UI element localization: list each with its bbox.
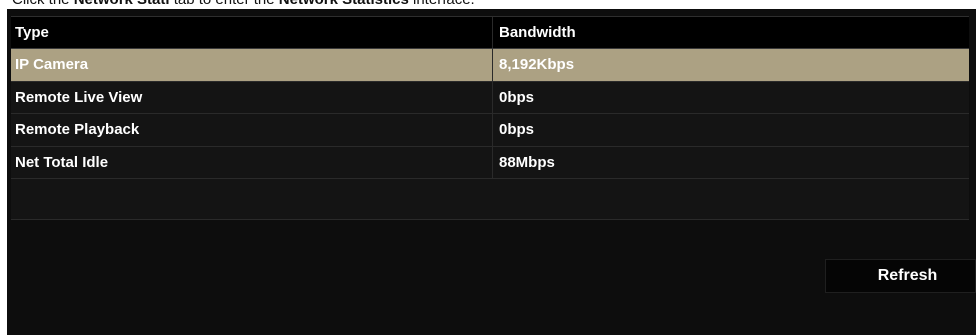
refresh-button[interactable]: Refresh	[825, 259, 976, 293]
empty-table-row	[11, 179, 969, 220]
type-cell: Remote Playback	[11, 114, 493, 146]
bandwidth-cell: 8,192Kbps	[499, 56, 575, 74]
network-statistics-panel: Type Bandwidth IP Camera 8,192Kbps Remot…	[7, 9, 976, 335]
bandwidth-cell: 0bps	[499, 121, 535, 139]
type-cell: IP Camera	[11, 49, 493, 81]
table-row[interactable]: Remote Playback 0bps	[11, 114, 969, 147]
table-row[interactable]: Net Total Idle 88Mbps	[11, 146, 969, 179]
column-header-bandwidth[interactable]: Bandwidth	[493, 17, 969, 48]
caption-prefix: Click the	[12, 0, 74, 8]
caption-tab-name: Network Stati	[74, 0, 170, 8]
bandwidth-table: Type Bandwidth IP Camera 8,192Kbps Remot…	[11, 16, 969, 220]
type-cell: Remote Live View	[11, 81, 493, 113]
bandwidth-cell: 88Mbps	[499, 153, 555, 171]
caption-middle: tab to enter the	[170, 0, 279, 8]
table-header-row: Type Bandwidth	[11, 17, 969, 49]
caption-suffix: interface.	[409, 0, 475, 8]
type-cell: Net Total Idle	[11, 146, 493, 178]
column-header-type[interactable]: Type	[11, 17, 493, 48]
table-row[interactable]: IP Camera 8,192Kbps	[11, 49, 969, 82]
instruction-caption: Click the Network Stati tab to enter the…	[12, 0, 475, 8]
caption-interface-name: Network Statistics	[279, 0, 409, 8]
bandwidth-cell: 0bps	[499, 88, 535, 106]
table-row[interactable]: Remote Live View 0bps	[11, 81, 969, 114]
